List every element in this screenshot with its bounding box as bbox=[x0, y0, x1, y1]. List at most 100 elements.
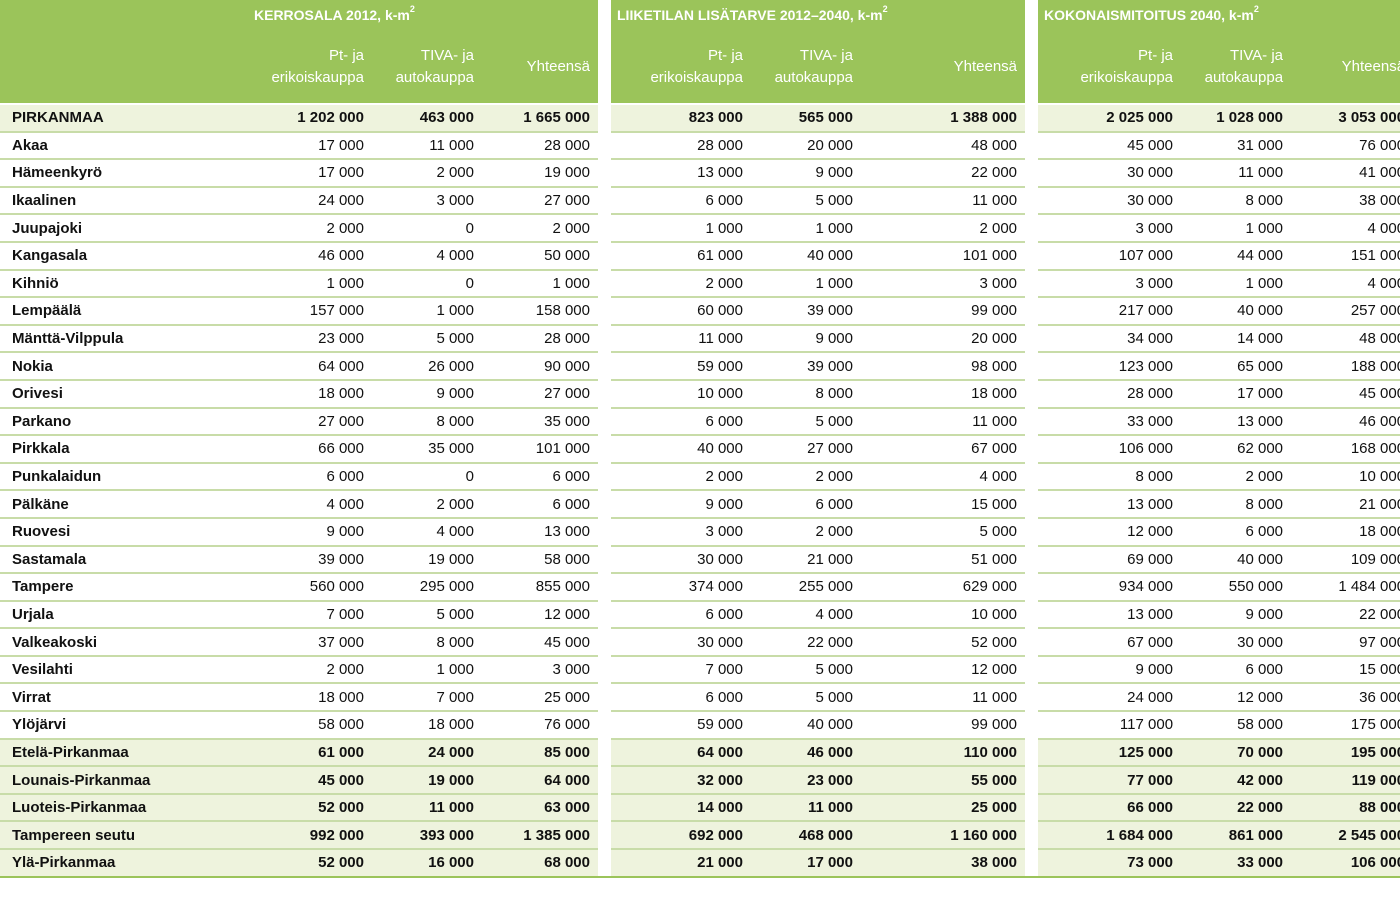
value-cell: 76 000 bbox=[1291, 131, 1400, 161]
value-cell: 18 000 bbox=[861, 379, 1026, 409]
column-header-text: autokauppa bbox=[395, 68, 474, 86]
row-label: Urjala bbox=[0, 600, 248, 630]
column-gap bbox=[1025, 214, 1039, 242]
value-cell: 30 000 bbox=[1038, 186, 1182, 216]
value-cell: 67 000 bbox=[1038, 628, 1182, 657]
value-cell: 861 000 bbox=[1181, 821, 1292, 851]
value-cell: 8 000 bbox=[372, 628, 482, 657]
value-cell: 62 000 bbox=[1181, 435, 1292, 464]
column-gap bbox=[1025, 186, 1039, 215]
table-row: Ruovesi 9 000 4 000 13 000 3 000 2 000 5 000 12… bbox=[0, 517, 1400, 547]
table-header: KERROSALA 2012, k-m2 LIIKETILAN LISÄTARV… bbox=[0, 0, 1400, 104]
column-gap bbox=[598, 352, 611, 380]
value-cell: 34 000 bbox=[1038, 324, 1182, 354]
column-gap bbox=[1025, 711, 1039, 739]
row-label: Lempäälä bbox=[0, 297, 248, 326]
row-label: PIRKANMAA bbox=[0, 103, 248, 133]
value-cell: 295 000 bbox=[372, 573, 482, 602]
value-cell: 106 000 bbox=[1038, 435, 1182, 464]
row-label: Tampereen seutu bbox=[0, 821, 248, 851]
value-cell: 11 000 bbox=[1181, 159, 1292, 188]
value-cell: 30 000 bbox=[611, 545, 751, 575]
row-label: Ylä-Pirkanmaa bbox=[0, 849, 248, 878]
value-cell: 12 000 bbox=[861, 655, 1026, 685]
column-gap bbox=[1025, 352, 1039, 380]
value-cell: 65 000 bbox=[1181, 352, 1292, 381]
column-gap bbox=[598, 766, 611, 794]
column-header-text: autokauppa bbox=[1204, 68, 1284, 86]
row-label: Juupajoki bbox=[0, 214, 248, 243]
value-cell: 27 000 bbox=[751, 435, 861, 464]
value-cell: 58 000 bbox=[1181, 711, 1292, 740]
column-gap bbox=[1025, 821, 1039, 850]
value-cell: 4 000 bbox=[372, 517, 482, 547]
value-cell: 64 000 bbox=[611, 738, 751, 768]
column-gap bbox=[598, 655, 611, 684]
value-cell: 23 000 bbox=[248, 324, 372, 354]
row-label: Hämeenkyrö bbox=[0, 159, 248, 188]
value-cell: 2 000 bbox=[611, 269, 751, 299]
value-cell: 1 000 bbox=[1181, 269, 1292, 299]
value-cell: 64 000 bbox=[248, 352, 372, 381]
value-cell: 6 000 bbox=[611, 186, 751, 216]
value-cell: 823 000 bbox=[611, 103, 751, 133]
group-header-kerrosala: KERROSALA 2012, k-m2 bbox=[248, 0, 598, 30]
value-cell: 2 000 bbox=[861, 214, 1026, 243]
value-cell: 157 000 bbox=[248, 297, 372, 326]
value-cell: 23 000 bbox=[751, 766, 861, 795]
value-cell: 1 388 000 bbox=[861, 103, 1026, 133]
value-cell: 17 000 bbox=[751, 849, 861, 878]
column-gap bbox=[598, 545, 611, 574]
value-cell: 97 000 bbox=[1291, 628, 1400, 657]
table-row: Nokia 64 000 26 000 90 000 59 000 39 000 98 00… bbox=[0, 352, 1400, 381]
row-label: Tampere bbox=[0, 573, 248, 602]
value-cell: 30 000 bbox=[1181, 628, 1292, 657]
column-gap bbox=[598, 573, 611, 601]
column-gap bbox=[1025, 573, 1039, 601]
value-cell: 5 000 bbox=[372, 600, 482, 630]
column-header-total: Yhteensä bbox=[861, 30, 1026, 104]
value-cell: 22 000 bbox=[1291, 600, 1400, 630]
value-cell: 64 000 bbox=[482, 766, 598, 795]
row-label: Punkalaidun bbox=[0, 462, 248, 492]
value-cell: 17 000 bbox=[248, 131, 372, 161]
value-cell: 38 000 bbox=[861, 849, 1026, 878]
value-cell: 22 000 bbox=[1181, 793, 1292, 823]
value-cell: 20 000 bbox=[751, 131, 861, 161]
table-row: Tampere 560 000 295 000 855 000 374 000 255 0… bbox=[0, 573, 1400, 602]
value-cell: 629 000 bbox=[861, 573, 1026, 602]
value-cell: 12 000 bbox=[482, 600, 598, 630]
value-cell: 61 000 bbox=[611, 241, 751, 271]
value-cell: 8 000 bbox=[1038, 462, 1182, 492]
value-cell: 550 000 bbox=[1181, 573, 1292, 602]
value-cell: 76 000 bbox=[482, 711, 598, 740]
value-cell: 45 000 bbox=[1291, 379, 1400, 409]
value-cell: 12 000 bbox=[1181, 683, 1292, 713]
value-cell: 255 000 bbox=[751, 573, 861, 602]
table-row: Kihniö 1 000 0 1 000 2 000 1 000 3 000 3 000 1 0… bbox=[0, 269, 1400, 299]
value-cell: 106 000 bbox=[1291, 849, 1400, 878]
value-cell: 1 202 000 bbox=[248, 103, 372, 133]
table-row: Ylöjärvi 58 000 18 000 76 000 59 000 40 000 99… bbox=[0, 711, 1400, 740]
column-gap bbox=[598, 683, 611, 712]
value-cell: 11 000 bbox=[861, 407, 1026, 437]
value-cell: 1 000 bbox=[751, 214, 861, 243]
value-cell: 463 000 bbox=[372, 103, 482, 133]
value-cell: 16 000 bbox=[372, 849, 482, 878]
column-gap bbox=[598, 407, 611, 436]
value-cell: 33 000 bbox=[1181, 849, 1292, 878]
value-cell: 18 000 bbox=[248, 379, 372, 409]
value-cell: 35 000 bbox=[372, 435, 482, 464]
value-cell: 3 000 bbox=[1038, 214, 1182, 243]
value-cell: 2 000 bbox=[372, 490, 482, 519]
column-header-text: Yhteensä bbox=[953, 57, 1018, 75]
value-cell: 40 000 bbox=[611, 435, 751, 464]
column-gap bbox=[1025, 655, 1039, 684]
header-blank-cell bbox=[0, 30, 248, 104]
value-cell: 257 000 bbox=[1291, 297, 1400, 326]
value-cell: 21 000 bbox=[611, 849, 751, 878]
column-header-text: TIVA- ja bbox=[1229, 46, 1284, 64]
row-label: Ylöjärvi bbox=[0, 711, 248, 740]
value-cell: 60 000 bbox=[611, 297, 751, 326]
value-cell: 58 000 bbox=[248, 711, 372, 740]
